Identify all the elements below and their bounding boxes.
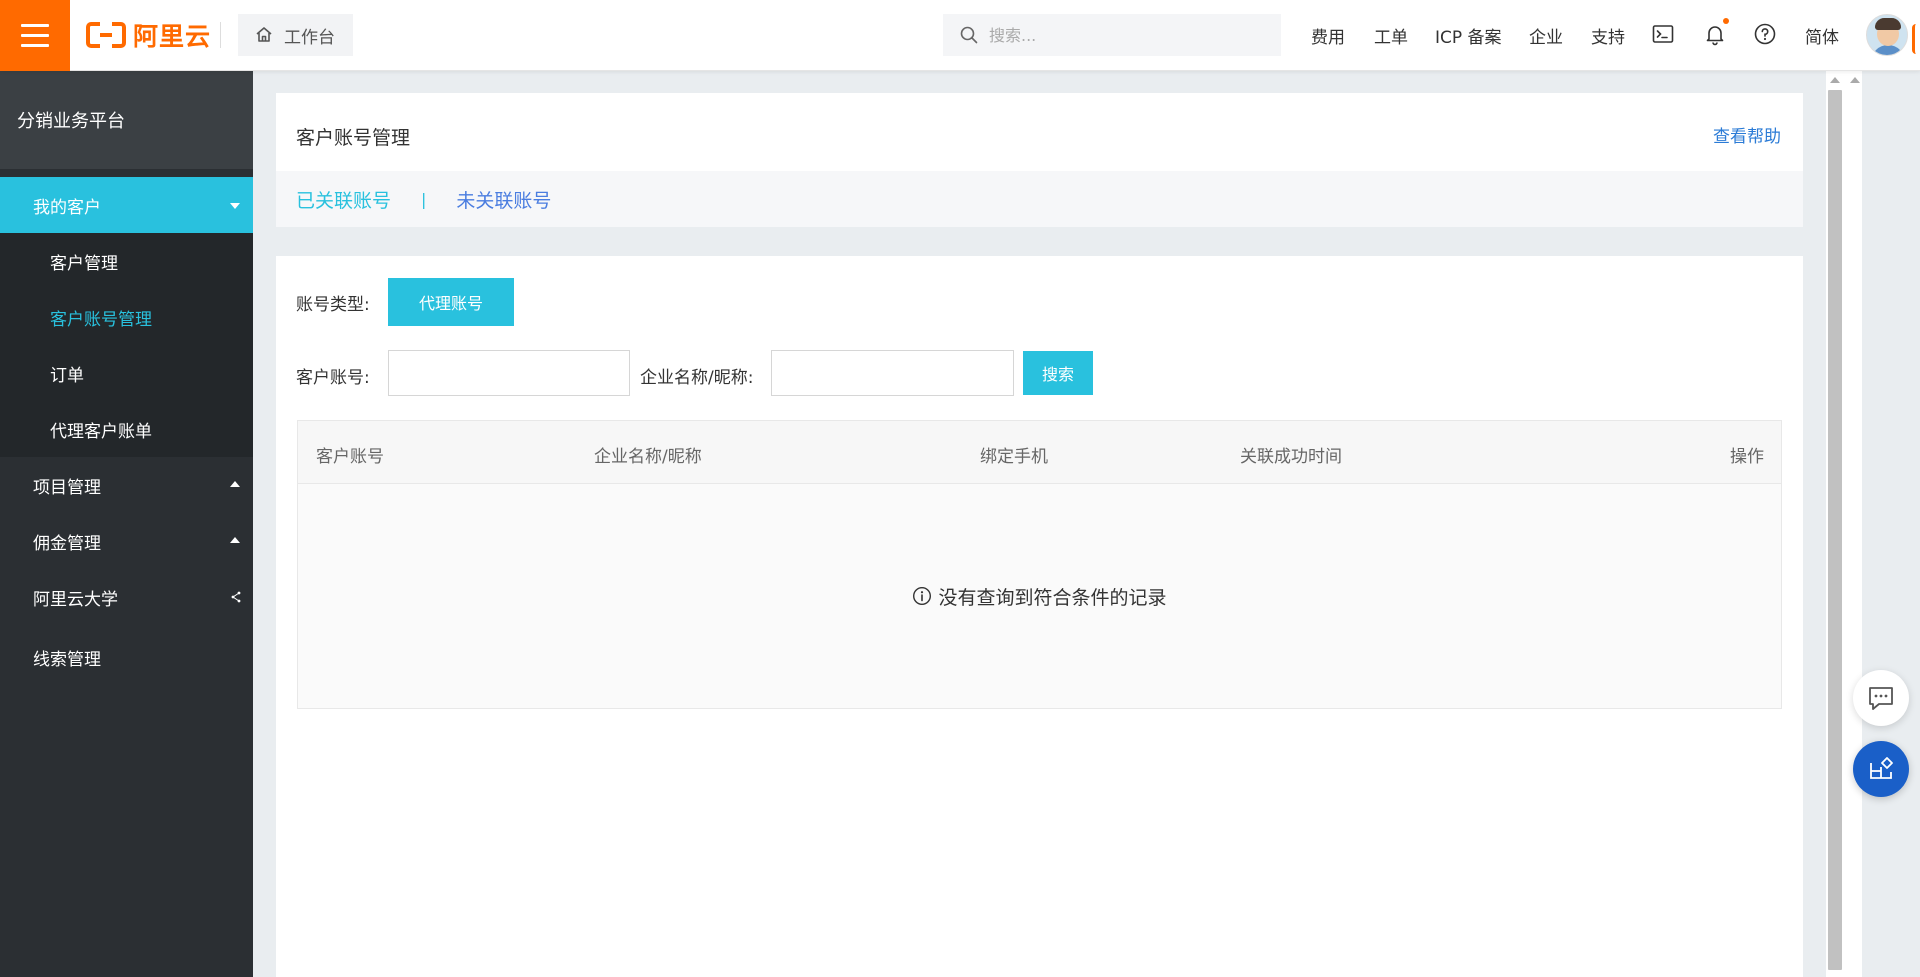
sidebar-group-project-management[interactable]: 项目管理 <box>0 457 253 513</box>
column-header-link-time: 关联成功时间 <box>1240 447 1342 467</box>
account-type-agent-button[interactable]: 代理账号 <box>388 278 514 326</box>
search-button[interactable]: 搜索 <box>1023 351 1093 395</box>
global-search <box>943 14 1281 56</box>
aliyun-logo-icon <box>86 22 126 48</box>
company-name-input[interactable] <box>771 350 1014 396</box>
page-scrollbar-thumb[interactable] <box>1828 90 1842 970</box>
sidebar-item-agent-customer-bills[interactable]: 代理客户账单 <box>0 401 253 457</box>
notification-dot <box>1723 18 1729 24</box>
nav-tickets[interactable]: 工单 <box>1374 0 1408 71</box>
sidebar-submenu: 客户管理 客户账号管理 订单 代理客户账单 <box>0 233 253 457</box>
column-header-actions: 操作 <box>1730 447 1764 467</box>
hamburger-line <box>21 24 49 27</box>
chat-bubble-icon <box>1869 687 1893 710</box>
column-header-company-name: 企业名称/昵称 <box>594 447 702 467</box>
account-tabs: 已关联账号 | 未关联账号 <box>276 171 1803 227</box>
column-header-customer-account: 客户账号 <box>316 447 384 467</box>
edge-handle <box>1912 24 1920 54</box>
caret-up-icon <box>230 481 240 487</box>
page-header-card: 客户账号管理 查看帮助 已关联账号 | 未关联账号 <box>276 93 1803 227</box>
nav-support[interactable]: 支持 <box>1591 0 1625 71</box>
nav-billing[interactable]: 费用 <box>1311 0 1345 71</box>
scroll-up-arrow[interactable] <box>1850 77 1860 83</box>
customer-account-label: 客户账号: <box>296 368 370 388</box>
app-center-button[interactable] <box>1853 741 1909 797</box>
hamburger-menu-button[interactable] <box>0 0 70 71</box>
empty-state-text: 没有查询到符合条件的记录 <box>938 586 1167 609</box>
hamburger-line <box>21 34 49 37</box>
language-switch[interactable]: 简体 <box>1805 0 1839 71</box>
nav-enterprise[interactable]: 企业 <box>1529 0 1563 71</box>
scroll-up-arrow[interactable] <box>1830 77 1840 83</box>
page-title: 客户账号管理 <box>296 127 411 149</box>
sidebar-group-label: 佣金管理 <box>33 533 101 554</box>
tab-linked-accounts[interactable]: 已关联账号 <box>296 186 391 213</box>
user-avatar[interactable] <box>1866 14 1908 56</box>
customer-account-table: 客户账号 企业名称/昵称 绑定手机 关联成功时间 操作 没有查询到符合条件的记录 <box>297 420 1782 709</box>
tab-separator: | <box>421 189 427 209</box>
share-icon <box>231 591 241 603</box>
table-header: 客户账号 企业名称/昵称 绑定手机 关联成功时间 操作 <box>298 421 1781 484</box>
workbench-button[interactable]: 工作台 <box>238 14 353 56</box>
terminal-icon[interactable] <box>1651 22 1677 48</box>
caret-up-icon <box>230 537 240 543</box>
app-grid-icon <box>1870 757 1893 779</box>
company-name-label: 企业名称/昵称: <box>640 368 754 388</box>
sidebar-item-orders[interactable]: 订单 <box>0 345 253 401</box>
top-bar: 阿里云 工作台 费用 工单 ICP 备案 企业 支持 <box>0 0 1920 71</box>
sidebar-group-label: 阿里云大学 <box>33 589 118 610</box>
sidebar-item-customer-management[interactable]: 客户管理 <box>0 233 253 289</box>
table-empty-state: 没有查询到符合条件的记录 <box>298 484 1781 708</box>
main-content: 客户账号管理 查看帮助 已关联账号 | 未关联账号 账号类型: 代理账号 客户账… <box>253 71 1859 977</box>
sidebar-group-commission-management[interactable]: 佣金管理 <box>0 513 253 569</box>
feedback-chat-button[interactable] <box>1853 670 1909 726</box>
view-help-link[interactable]: 查看帮助 <box>1713 122 1781 147</box>
bell-icon[interactable] <box>1703 18 1729 48</box>
home-icon <box>256 27 272 42</box>
help-circle-icon[interactable] <box>1753 22 1779 48</box>
sidebar-group-aliyun-university[interactable]: 阿里云大学 <box>0 569 253 625</box>
search-icon <box>960 26 978 44</box>
info-icon <box>913 586 932 606</box>
header-divider <box>220 22 221 48</box>
sidebar-title: 分销业务平台 <box>0 71 253 169</box>
sidebar-item-customer-account-management[interactable]: 客户账号管理 <box>0 289 253 345</box>
column-header-bound-phone: 绑定手机 <box>980 447 1048 467</box>
caret-down-icon <box>230 203 240 209</box>
tab-unlinked-accounts[interactable]: 未关联账号 <box>456 186 551 213</box>
sidebar-group-label: 项目管理 <box>33 477 101 498</box>
logo-text: 阿里云 <box>133 22 212 51</box>
workbench-label: 工作台 <box>284 27 335 48</box>
sidebar-group-lead-management[interactable]: 线索管理 <box>0 629 253 685</box>
customer-account-input[interactable] <box>388 350 630 396</box>
nav-icp-filing[interactable]: ICP 备案 <box>1435 0 1502 71</box>
sidebar-group-my-customers[interactable]: 我的客户 <box>0 177 253 233</box>
aliyun-logo[interactable]: 阿里云 <box>86 17 211 53</box>
sidebar: 分销业务平台 我的客户 客户管理 客户账号管理 订单 代理客户账单 项目管理 佣… <box>0 71 253 977</box>
account-type-label: 账号类型: <box>296 295 370 315</box>
hamburger-line <box>21 44 49 47</box>
sidebar-group-label: 线索管理 <box>33 649 101 670</box>
sidebar-group-label: 我的客户 <box>33 197 101 218</box>
account-list-card: 账号类型: 代理账号 客户账号: 企业名称/昵称: 搜索 客户账号 企业名称/昵… <box>276 256 1803 977</box>
global-search-input[interactable] <box>989 25 1269 45</box>
